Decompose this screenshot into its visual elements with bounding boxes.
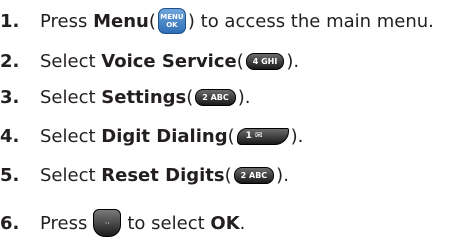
- step-number: 1.: [0, 10, 20, 32]
- digit-dialing-label: Digit Dialing: [101, 125, 228, 147]
- step-text-mid: to select: [127, 212, 205, 234]
- step-6: 6. Press ·· to select OK.: [0, 208, 245, 238]
- step-number: 6.: [0, 212, 20, 234]
- step-text: Press: [40, 212, 88, 234]
- step-2: 2. Select Voice Service ( 4 GHI ).: [0, 46, 299, 76]
- step-number: 2.: [0, 50, 20, 72]
- step-text: Select: [40, 125, 96, 147]
- menu-ok-key-icon: MENU OK: [157, 8, 186, 34]
- step-number: 5.: [0, 164, 20, 186]
- step-1: 1. Press Menu ( MENU OK ) to access the m…: [0, 6, 434, 36]
- step-text-end: .: [239, 212, 246, 234]
- step-number: 3.: [0, 86, 20, 108]
- send-key-icon: ··: [93, 209, 122, 237]
- step-text-end: ).: [276, 164, 289, 186]
- step-text: Select: [40, 86, 96, 108]
- step-text-end: ).: [290, 125, 304, 147]
- paren-open: (: [227, 125, 235, 147]
- paren-open: (: [186, 86, 194, 108]
- step-text-end: ).: [237, 86, 251, 108]
- key-4-icon: 4 GHI: [245, 52, 285, 70]
- key-line2: OK: [166, 21, 178, 29]
- key-2-icon: 2 ABC: [195, 88, 236, 106]
- voice-service-label: Voice Service: [101, 50, 237, 72]
- step-text: Select: [40, 164, 96, 186]
- step-text: Press: [40, 10, 88, 32]
- settings-label: Settings: [101, 86, 187, 108]
- key-1-icon: 1 ✉: [236, 127, 289, 145]
- step-number: 4.: [0, 125, 20, 147]
- menu-label: Menu: [93, 10, 149, 32]
- ok-label: OK: [210, 212, 240, 234]
- step-text-end: ).: [286, 50, 300, 72]
- paren-open: (: [224, 164, 232, 186]
- paren-open: (: [236, 50, 244, 72]
- step-text-end: ) to access the main menu.: [187, 10, 434, 32]
- step-3: 3. Select Settings ( 2 ABC ).: [0, 82, 251, 112]
- step-4: 4. Select Digit Dialing ( 1 ✉ ).: [0, 121, 303, 151]
- key-line1: MENU: [160, 13, 184, 21]
- paren-open: (: [148, 10, 156, 32]
- reset-digits-label: Reset Digits: [101, 164, 225, 186]
- step-text: Select: [40, 50, 96, 72]
- key-2-icon: 2 ABC: [233, 166, 275, 184]
- step-5: 5. Select Reset Digits ( 2 ABC ).: [0, 160, 289, 190]
